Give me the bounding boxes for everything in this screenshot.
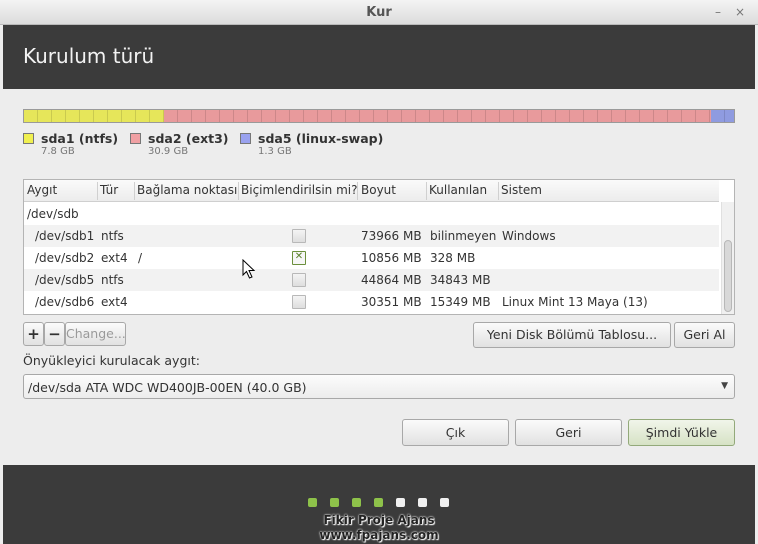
remove-partition-button[interactable]: −	[44, 322, 65, 346]
partition-bar	[23, 109, 735, 123]
cell-used: 34843 MB	[430, 273, 491, 287]
column-header-size[interactable]: Boyut	[361, 183, 396, 197]
table-row[interactable]: /dev/sdb5 ntfs 44864 MB 34843 MB	[24, 269, 719, 291]
change-partition-button[interactable]: Change...	[65, 322, 126, 346]
legend-label: sda1 (ntfs)	[41, 131, 119, 146]
window-title: Kur	[366, 5, 392, 20]
format-checkbox[interactable]	[292, 229, 306, 243]
partition-table: Aygıt Tür Bağlama noktası Biçimlendirils…	[23, 179, 735, 315]
minimize-icon[interactable]: –	[710, 4, 726, 20]
table-header: Aygıt Tür Bağlama noktası Biçimlendirils…	[24, 180, 719, 202]
column-header-device[interactable]: Aygıt	[27, 183, 57, 197]
legend-size: 1.3 GB	[258, 146, 292, 157]
cell-type: ntfs	[101, 273, 124, 287]
cell-device: /dev/sdb1	[35, 229, 95, 243]
cell-type: ext4	[101, 295, 128, 309]
step-dot	[308, 498, 317, 507]
format-checkbox[interactable]	[292, 273, 306, 287]
revert-button[interactable]: Geri Al	[674, 322, 735, 348]
table-group-row[interactable]: /dev/sdb	[24, 203, 719, 225]
group-label: /dev/sdb	[27, 207, 79, 221]
cell-size: 73966 MB	[361, 229, 422, 243]
cell-system: Linux Mint 13 Maya (13)	[502, 295, 648, 309]
format-checkbox[interactable]	[292, 251, 306, 265]
legend-label: sda5 (linux-swap)	[258, 131, 384, 146]
cell-type: ext4	[101, 251, 128, 265]
cell-size: 44864 MB	[361, 273, 422, 287]
legend-swatch	[23, 133, 34, 144]
chevron-down-icon: ▼	[721, 381, 728, 391]
legend-size: 7.8 GB	[41, 146, 75, 157]
quit-button[interactable]: Çık	[402, 419, 509, 446]
table-row[interactable]: /dev/sdb1 ntfs 73966 MB bilinmeyen Windo…	[24, 225, 719, 247]
new-partition-table-button[interactable]: Yeni Disk Bölümü Tablosu...	[473, 322, 671, 348]
partition-segment-sda1	[24, 110, 164, 122]
step-dot	[418, 498, 427, 507]
bootloader-label: Önyükleyici kurulacak aygıt:	[23, 353, 200, 368]
scrollbar-thumb[interactable]	[724, 240, 732, 312]
step-dot	[396, 498, 405, 507]
table-row[interactable]: /dev/sdb2 ext4 / 10856 MB 328 MB	[24, 247, 719, 269]
legend-swatch	[240, 133, 251, 144]
cell-device: /dev/sdb2	[35, 251, 95, 265]
cell-size: 10856 MB	[361, 251, 422, 265]
mouse-pointer-icon	[242, 259, 256, 279]
bootloader-device-value: /dev/sda ATA WDC WD400JB-00EN (40.0 GB)	[28, 380, 307, 395]
watermark-line1: Fikir Proje Ajans	[323, 513, 435, 527]
step-dot	[440, 498, 449, 507]
cell-system: Windows	[502, 229, 556, 243]
legend-label: sda2 (ext3)	[148, 131, 229, 146]
cell-device: /dev/sdb6	[35, 295, 95, 309]
add-partition-button[interactable]: +	[23, 322, 44, 346]
cell-size: 30351 MB	[361, 295, 422, 309]
cell-used: 15349 MB	[430, 295, 491, 309]
legend-swatch	[130, 133, 141, 144]
format-checkbox[interactable]	[292, 295, 306, 309]
partition-segment-sda5	[711, 110, 734, 122]
cell-used: bilinmeyen	[430, 229, 497, 243]
partition-segment-sda2	[163, 110, 712, 122]
column-header-mount[interactable]: Bağlama noktası	[137, 183, 237, 197]
step-dot	[330, 498, 339, 507]
column-header-system[interactable]: Sistem	[501, 183, 542, 197]
cell-type: ntfs	[101, 229, 124, 243]
main-content: sda1 (ntfs) 7.8 GB sda2 (ext3) 30.9 GB s…	[3, 89, 755, 465]
column-header-type[interactable]: Tür	[100, 183, 118, 197]
column-header-format[interactable]: Biçimlendirilsin mi?	[241, 183, 357, 197]
install-now-button[interactable]: Şimdi Yükle	[628, 419, 735, 446]
cell-mount: /	[138, 251, 143, 265]
legend-size: 30.9 GB	[148, 146, 189, 157]
back-button[interactable]: Geri	[515, 419, 622, 446]
step-dot	[352, 498, 361, 507]
bootloader-device-select[interactable]: /dev/sda ATA WDC WD400JB-00EN (40.0 GB) …	[23, 374, 735, 399]
watermark-line2: www.fpajans.com	[319, 528, 439, 542]
column-header-used[interactable]: Kullanılan	[429, 183, 487, 197]
cell-device: /dev/sdb5	[35, 273, 95, 287]
progress-footer: Fikir Proje Ajans www.fpajans.com	[3, 465, 755, 544]
page-title: Kurulum türü	[23, 44, 155, 68]
cell-used: 328 MB	[430, 251, 476, 265]
step-dot	[374, 498, 383, 507]
table-row[interactable]: /dev/sdb6 ext4 30351 MB 15349 MB Linux M…	[24, 291, 719, 313]
table-scrollbar[interactable]	[721, 202, 734, 314]
close-icon[interactable]: ×	[732, 4, 748, 20]
page-header: Kurulum türü	[3, 25, 755, 89]
window-titlebar: Kur – ×	[0, 0, 758, 25]
